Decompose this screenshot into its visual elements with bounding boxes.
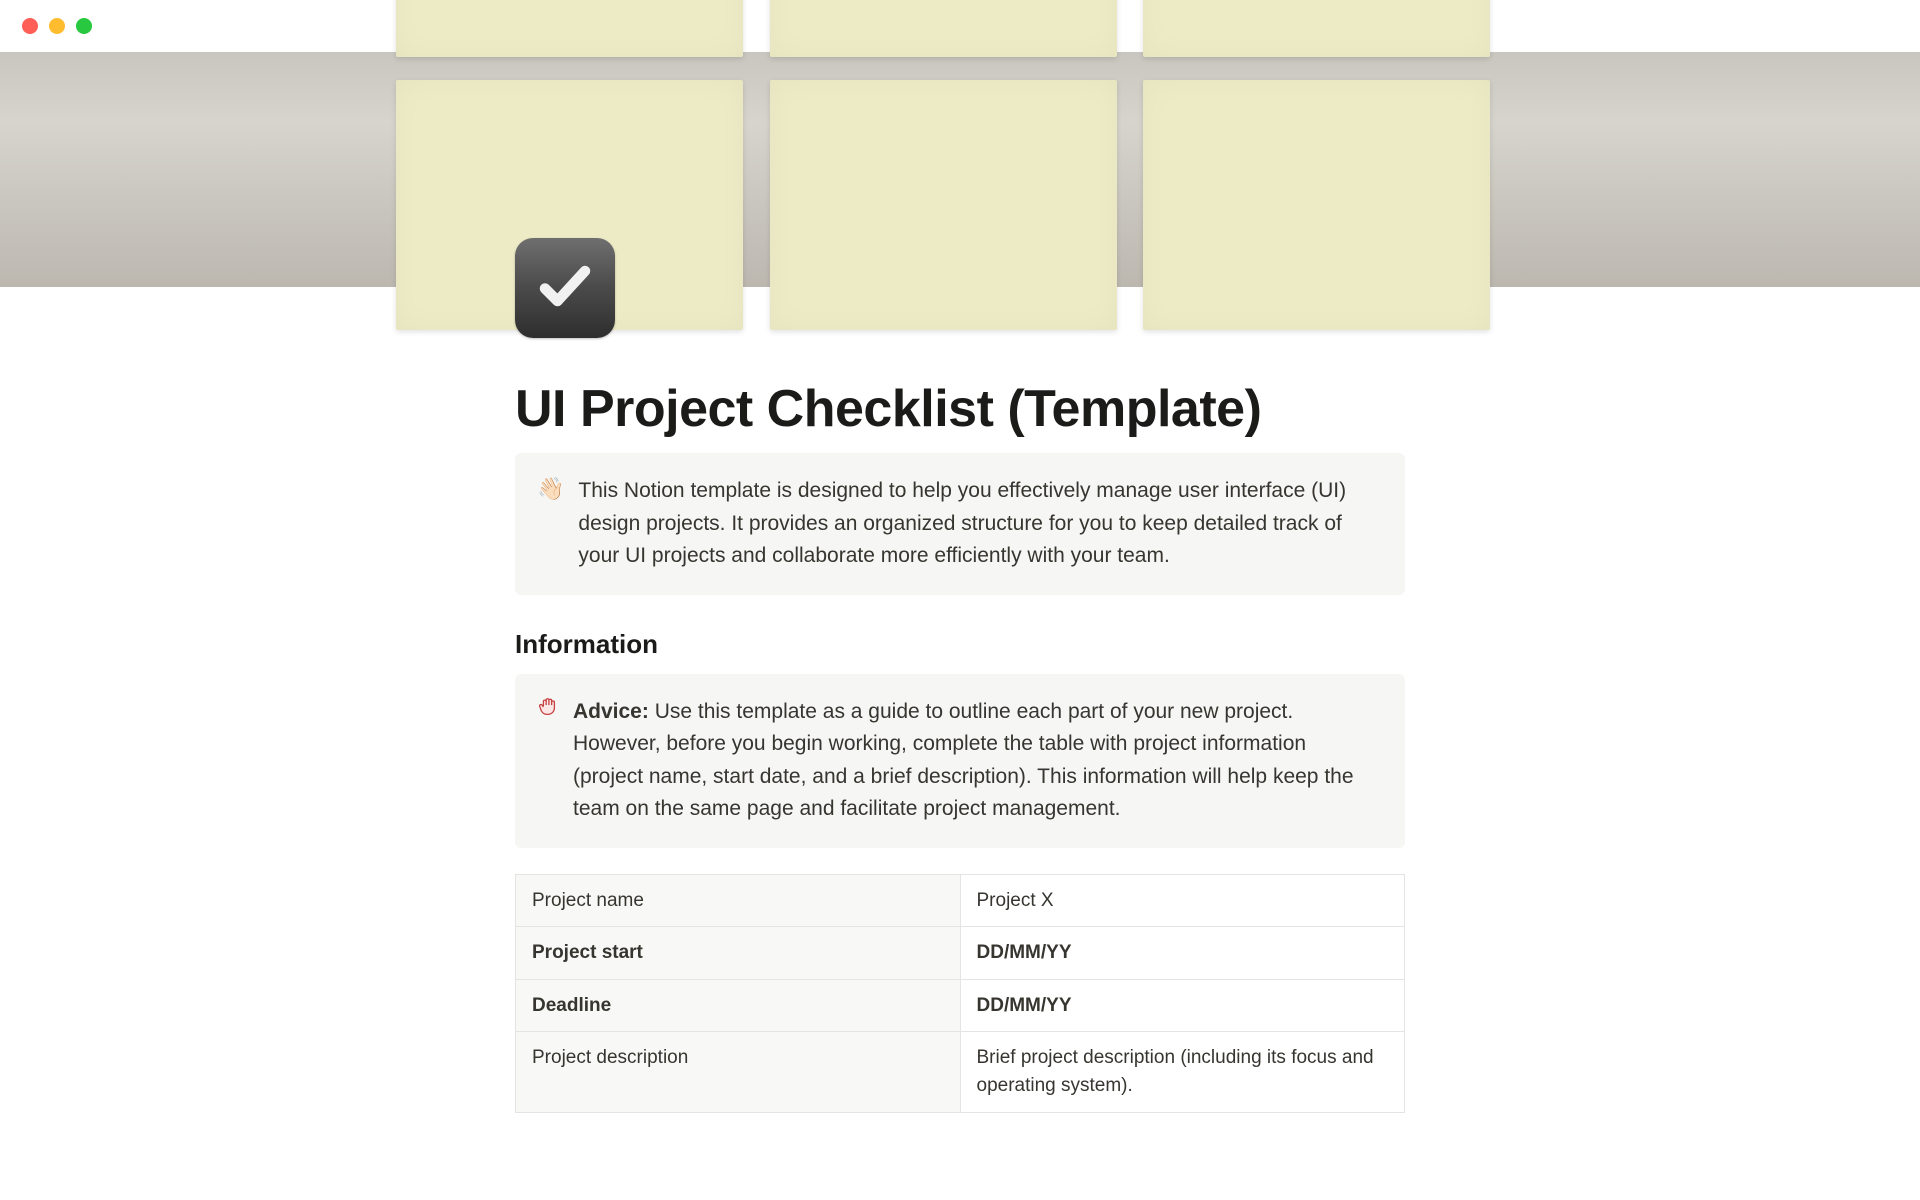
- table-cell-label[interactable]: Deadline: [516, 979, 961, 1032]
- sticky-note: [1143, 0, 1490, 57]
- advice-body: Use this template as a guide to outline …: [573, 700, 1354, 821]
- table-row[interactable]: DeadlineDD/MM/YY: [516, 979, 1405, 1032]
- table-row[interactable]: Project startDD/MM/YY: [516, 927, 1405, 980]
- page-title[interactable]: UI Project Checklist (Template): [515, 287, 1405, 453]
- table-cell-value[interactable]: Project X: [960, 874, 1405, 927]
- table-cell-label[interactable]: Project start: [516, 927, 961, 980]
- raised-hand-icon: [537, 696, 559, 726]
- project-info-table[interactable]: Project nameProject XProject startDD/MM/…: [515, 874, 1405, 1113]
- window-minimize-button[interactable]: [49, 18, 65, 34]
- table-cell-value[interactable]: Brief project description (including its…: [960, 1032, 1405, 1112]
- table-cell-label[interactable]: Project description: [516, 1032, 961, 1112]
- advice-label: Advice:: [573, 700, 649, 723]
- table-row[interactable]: Project nameProject X: [516, 874, 1405, 927]
- table-cell-label[interactable]: Project name: [516, 874, 961, 927]
- window-close-button[interactable]: [22, 18, 38, 34]
- window-zoom-button[interactable]: [76, 18, 92, 34]
- advice-callout-text: Advice: Use this template as a guide to …: [573, 696, 1381, 826]
- section-heading-information[interactable]: Information: [515, 629, 1405, 660]
- advice-callout[interactable]: Advice: Use this template as a guide to …: [515, 674, 1405, 848]
- cover-image[interactable]: [0, 52, 1920, 287]
- wave-icon: 👋🏻: [537, 475, 564, 504]
- table-row[interactable]: Project descriptionBrief project descrip…: [516, 1032, 1405, 1112]
- intro-callout[interactable]: 👋🏻 This Notion template is designed to h…: [515, 453, 1405, 595]
- sticky-note: [396, 0, 743, 57]
- sticky-note: [770, 0, 1117, 57]
- table-cell-value[interactable]: DD/MM/YY: [960, 927, 1405, 980]
- table-cell-value[interactable]: DD/MM/YY: [960, 979, 1405, 1032]
- intro-callout-text: This Notion template is designed to help…: [578, 475, 1381, 573]
